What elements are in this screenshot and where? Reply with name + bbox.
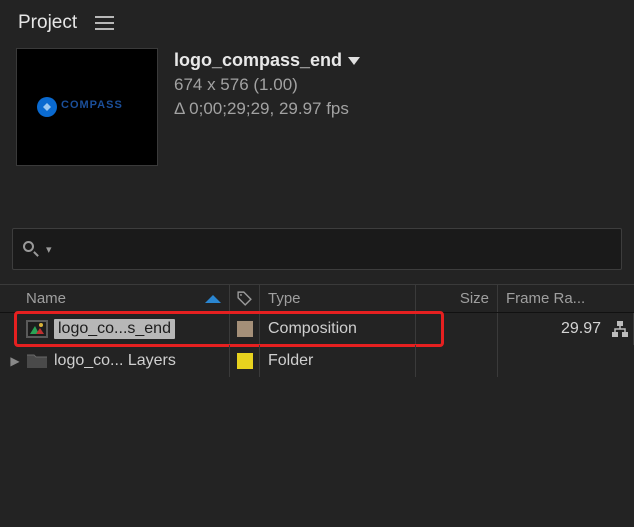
item-name[interactable]: logo_co... Layers (54, 352, 176, 370)
cell-type: Composition (260, 313, 416, 345)
cell-size (416, 313, 498, 345)
cell-name: logo_co...s_end (0, 313, 230, 345)
preview-dimensions: 674 x 576 (1.00) (174, 75, 360, 95)
search-input[interactable] (58, 241, 611, 258)
col-header-name-label: Name (26, 290, 66, 307)
flowchart-icon[interactable] (610, 319, 630, 339)
panel-header: Project (0, 0, 634, 42)
tag-icon (236, 290, 253, 307)
col-header-name[interactable]: Name (0, 285, 230, 312)
item-name[interactable]: logo_co...s_end (54, 319, 175, 339)
logo-text: COMPASS (61, 99, 123, 111)
col-header-type-label: Type (268, 290, 301, 307)
preview-thumbnail[interactable]: COMPASS (16, 48, 158, 166)
table-row[interactable]: logo_co...s_end Composition 29.97 (0, 313, 634, 345)
disclosure-triangle-icon[interactable]: ▶ (10, 354, 20, 368)
search-field[interactable]: ▾ (12, 228, 622, 270)
cell-fps (498, 345, 634, 377)
item-preview: COMPASS logo_compass_end 674 x 576 (1.00… (0, 42, 634, 166)
label-color-swatch (237, 353, 253, 369)
cell-name: ▶ logo_co... Layers (0, 345, 230, 377)
table-row[interactable]: ▶ logo_co... Layers Folder (0, 345, 634, 377)
col-header-label[interactable] (230, 285, 260, 312)
panel-title: Project (18, 12, 77, 34)
label-color-swatch (237, 321, 253, 337)
cell-label[interactable] (230, 313, 260, 345)
preview-meta: logo_compass_end 674 x 576 (1.00) Δ 0;00… (174, 48, 360, 166)
search-options-caret-icon[interactable]: ▾ (46, 243, 52, 256)
col-header-fps-label: Frame Ra... (506, 290, 585, 307)
cell-type: Folder (260, 345, 416, 377)
panel-menu-icon[interactable] (95, 16, 114, 30)
composition-icon (26, 320, 48, 338)
search-icon (23, 241, 40, 258)
col-header-type[interactable]: Type (260, 285, 416, 312)
preview-duration: Δ 0;00;29;29, 29.97 fps (174, 99, 360, 119)
preview-name: logo_compass_end (174, 50, 342, 71)
preview-name-row[interactable]: logo_compass_end (174, 50, 360, 71)
cell-size (416, 345, 498, 377)
sort-ascending-icon (205, 295, 221, 303)
col-header-fps[interactable]: Frame Ra... (498, 285, 634, 312)
col-header-size-label: Size (460, 290, 489, 307)
folder-icon (26, 352, 48, 370)
dropdown-triangle-icon (348, 57, 360, 65)
project-table: Name Type Size Frame Ra... (0, 284, 634, 377)
col-header-size[interactable]: Size (416, 285, 498, 312)
table-header: Name Type Size Frame Ra... (0, 285, 634, 313)
project-panel: Project COMPASS logo_compass_end 674 x 5… (0, 0, 634, 527)
cell-label[interactable] (230, 345, 260, 377)
table-body: logo_co...s_end Composition 29.97 ▶ (0, 313, 634, 377)
